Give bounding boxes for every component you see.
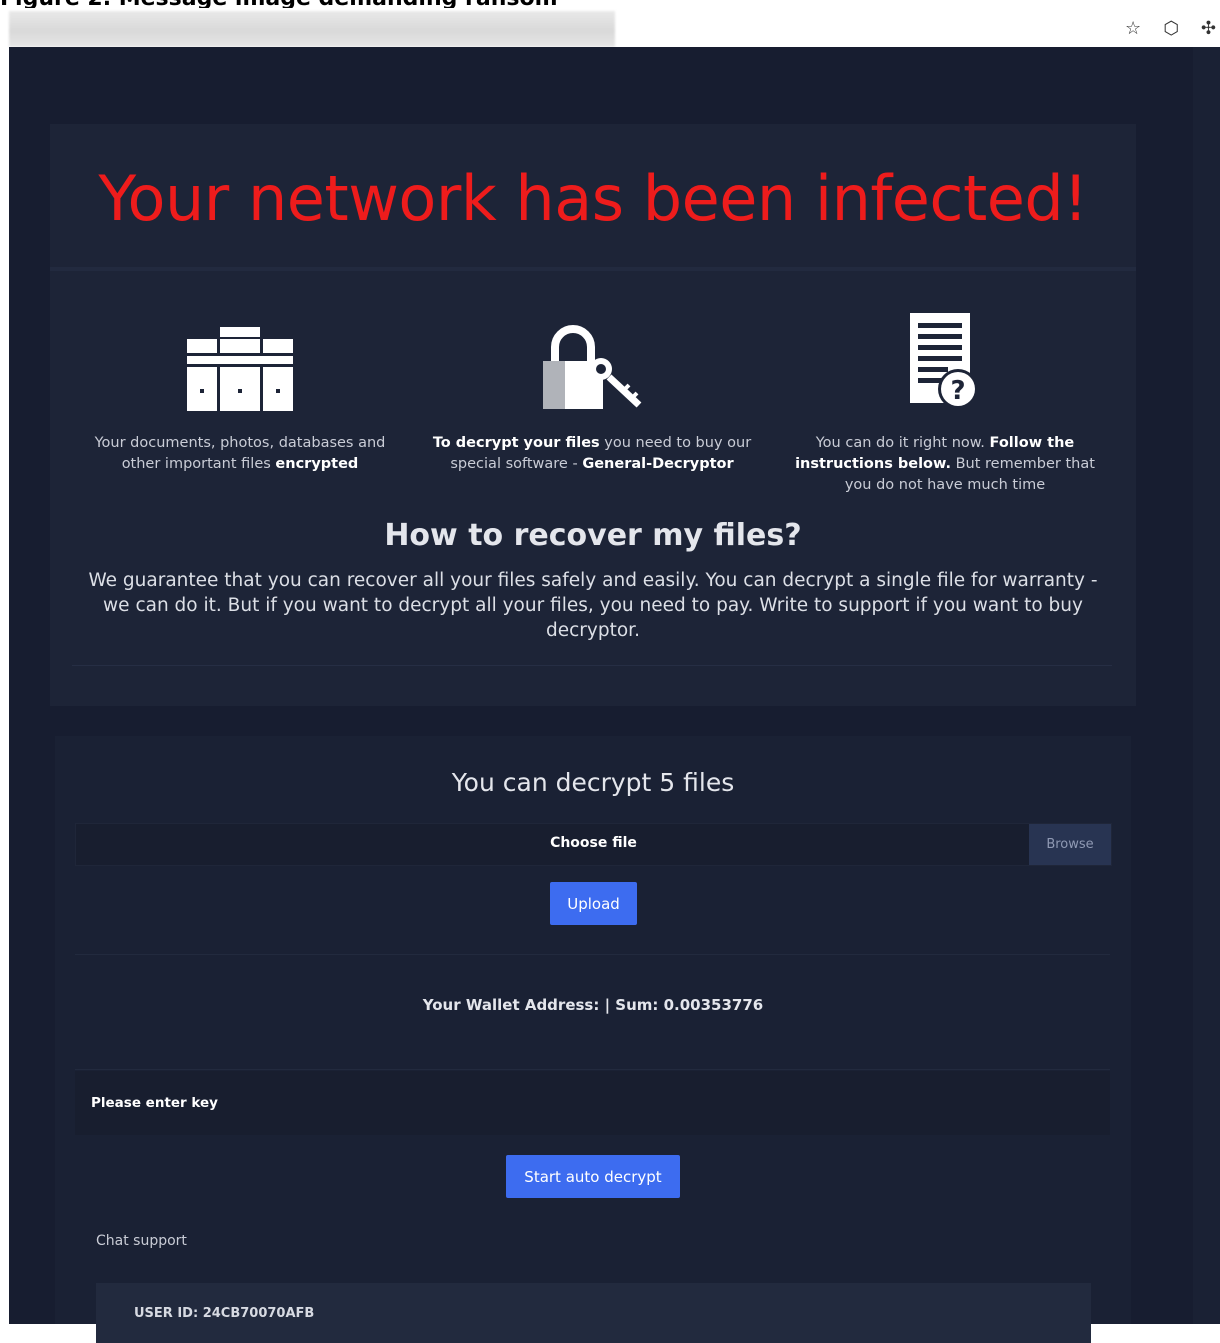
feature-text-2: To decrypt your files you need to buy ou…: [432, 435, 752, 472]
padlock-key-icon: [543, 325, 642, 409]
star-outline-icon[interactable]: ☆: [1125, 18, 1141, 39]
feature-encrypted-files: Your documents, photos, databases and ot…: [80, 307, 400, 475]
toolbar-icons: ☆ ⬡ ✣: [1125, 13, 1220, 43]
feature-instructions: ? You can do it right now. Follow the in…: [785, 307, 1105, 496]
svg-text:?: ?: [950, 376, 965, 406]
shield-outline-icon[interactable]: ⬡: [1163, 18, 1179, 39]
user-id-text: USER ID: 24CB70070AFB: [134, 1306, 315, 1321]
server-racks-icon: [187, 327, 293, 411]
wallet-sum-text: Your Wallet Address: | Sum: 0.00353776: [422, 996, 764, 1014]
document-question-icon: ?: [910, 313, 978, 409]
key-input[interactable]: [75, 1071, 1110, 1135]
recover-heading: How to recover my files?: [384, 518, 802, 553]
infection-card: Your network has been infected! Your doc…: [50, 124, 1136, 706]
card-bottom-divider: [72, 665, 1112, 666]
chat-box[interactable]: USER ID: 24CB70070AFB: [96, 1283, 1091, 1343]
section-divider-1: [75, 954, 1110, 955]
scrollbar-track[interactable]: [1193, 47, 1220, 1324]
upload-button[interactable]: Upload: [550, 882, 637, 925]
page-title: Your network has been infected!: [98, 162, 1088, 235]
file-chooser[interactable]: Choose file Browse: [75, 823, 1112, 866]
header-divider: [50, 267, 1136, 271]
feature-text-1: Your documents, photos, databases and ot…: [94, 435, 386, 472]
browse-button[interactable]: Browse: [1029, 824, 1111, 865]
puzzle-icon[interactable]: ✣: [1201, 18, 1216, 39]
start-auto-decrypt-button[interactable]: Start auto decrypt: [506, 1155, 680, 1198]
feature-text-3: You can do it right now. Follow the inst…: [795, 435, 1095, 493]
browser-toolbar: ☆ ⬡ ✣: [9, 9, 1220, 47]
recover-description: We guarantee that you can recover all yo…: [88, 570, 1098, 641]
figure-caption: Figure 2. Message image demanding ransom: [0, 0, 1220, 8]
decrypt-card: You can decrypt 5 files Choose file Brow…: [55, 736, 1131, 1343]
decrypt-title: You can decrypt 5 files: [451, 768, 735, 797]
chat-support-label: Chat support: [96, 1233, 187, 1249]
feature-decrypt-software: To decrypt your files you need to buy ou…: [432, 307, 752, 475]
address-bar-blurred[interactable]: [9, 11, 615, 47]
ransom-page: Your network has been infected! Your doc…: [9, 47, 1220, 1343]
section-divider-2: [75, 1069, 1110, 1070]
choose-file-label: Choose file: [550, 835, 637, 851]
